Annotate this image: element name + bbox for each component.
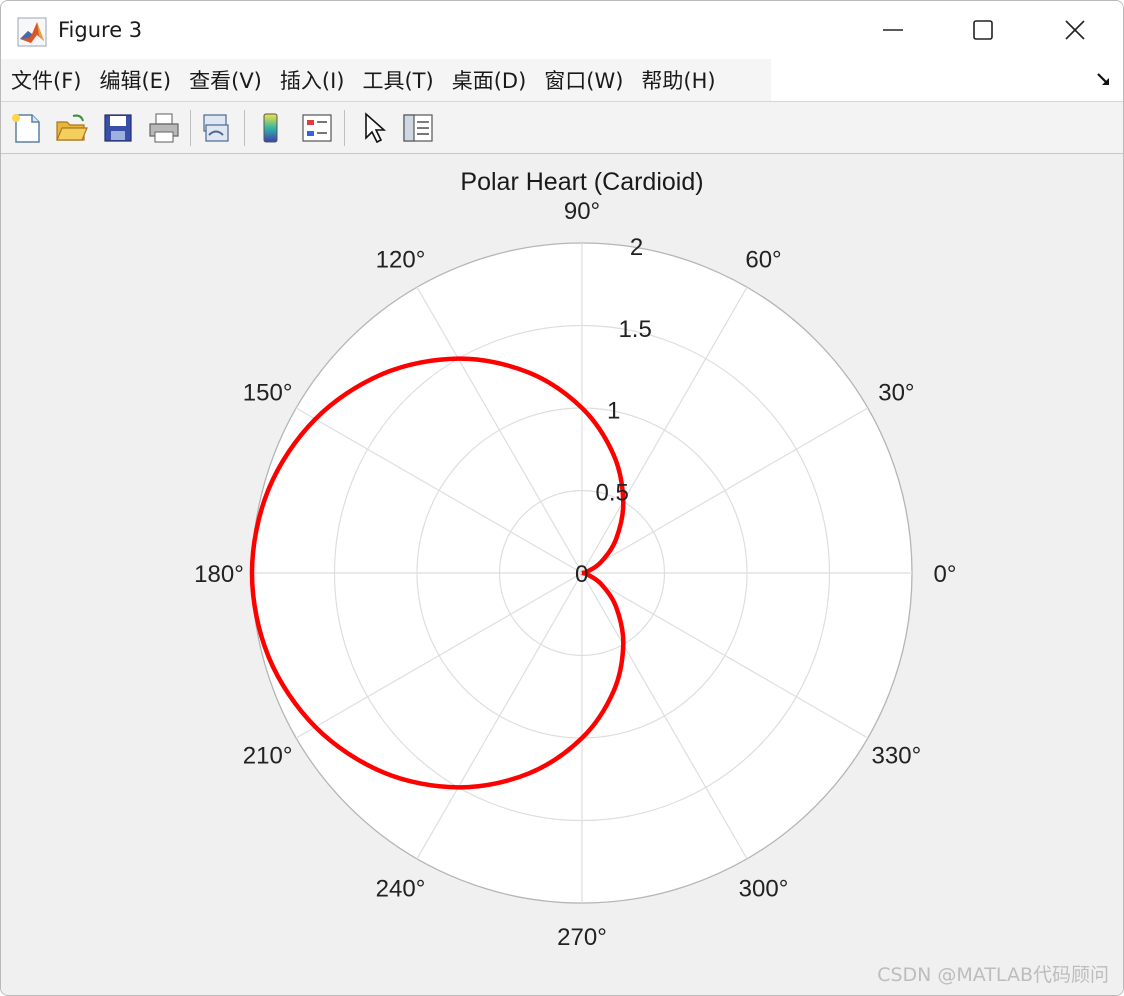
maximize-icon: [973, 20, 993, 40]
angle-tick-label: 90°: [564, 198, 600, 225]
menu-help[interactable]: 帮助(H): [631, 65, 723, 95]
menu-desktop[interactable]: 桌面(D): [442, 65, 535, 95]
menu-bar: 文件(F) 编辑(E) 查看(V) 插入(I) 工具(T) 桌面(D) 窗口(W…: [1, 59, 1123, 102]
menu-tools[interactable]: 工具(T): [352, 65, 441, 95]
angle-tick-label: 30°: [878, 380, 914, 407]
angle-tick-label: 240°: [376, 875, 426, 902]
radial-tick-label: 1.5: [618, 316, 651, 343]
toolbar-separator: [190, 110, 191, 146]
menu-insert[interactable]: 插入(I): [270, 65, 353, 95]
figure-toolbar: [1, 102, 1123, 154]
polar-plot[interactable]: Polar Heart (Cardioid) 0 0.5 1 1.5 2 0° 30° 60…: [1, 154, 1123, 995]
angle-tick-label: 300°: [739, 875, 789, 902]
close-button[interactable]: [1029, 1, 1121, 59]
watermark: CSDN @MATLAB代码顾问: [877, 964, 1109, 986]
toolbar-separator: [344, 110, 345, 146]
minimize-button[interactable]: [847, 1, 939, 59]
menu-edit[interactable]: 编辑(E): [89, 65, 179, 95]
radial-tick-label: 0: [575, 561, 588, 588]
toolbar-separator: [244, 110, 245, 146]
angle-tick-label: 270°: [557, 924, 607, 951]
angle-tick-label: 180°: [194, 561, 244, 588]
figure-canvas: Polar Heart (Cardioid) 0 0.5 1 1.5 2 0° 30° 60…: [1, 154, 1123, 995]
dock-arrow-icon[interactable]: [1095, 71, 1113, 89]
angle-tick-label: 120°: [376, 247, 426, 274]
matlab-logo-icon: [17, 17, 47, 47]
print-icon[interactable]: [146, 110, 182, 146]
menu-items: 文件(F) 编辑(E) 查看(V) 插入(I) 工具(T) 桌面(D) 窗口(W…: [1, 59, 771, 101]
chart-title: Polar Heart (Cardioid): [460, 168, 703, 196]
angle-tick-label: 150°: [243, 380, 293, 407]
radial-tick-label: 0.5: [595, 479, 628, 506]
close-icon: [1065, 20, 1085, 40]
title-bar[interactable]: Figure 3: [1, 1, 1123, 59]
figure-window: Figure 3 文件(F) 编辑(E) 查看(V) 插入(I) 工具(T) 桌…: [0, 0, 1124, 996]
window-title: Figure 3: [58, 18, 143, 42]
angle-tick-label: 330°: [872, 743, 922, 770]
angle-tick-label: 60°: [745, 247, 781, 274]
save-icon[interactable]: [100, 110, 136, 146]
legend-icon[interactable]: [299, 110, 335, 146]
radial-tick-label: 2: [630, 234, 643, 261]
minimize-icon: [883, 29, 903, 31]
maximize-button[interactable]: [937, 1, 1029, 59]
colorbar-icon[interactable]: [253, 110, 289, 146]
menu-window[interactable]: 窗口(W): [534, 65, 631, 95]
angle-tick-label: 0°: [934, 561, 957, 588]
property-inspector-icon[interactable]: [400, 110, 436, 146]
angle-tick-label: 210°: [243, 743, 293, 770]
menu-view[interactable]: 查看(V): [179, 65, 270, 95]
menu-file[interactable]: 文件(F): [1, 65, 89, 95]
open-file-icon[interactable]: [53, 110, 89, 146]
link-plot-icon[interactable]: [198, 110, 234, 146]
edit-plot-pointer-icon[interactable]: [356, 110, 392, 146]
new-figure-icon[interactable]: [8, 110, 44, 146]
radial-tick-label: 1: [607, 398, 620, 425]
